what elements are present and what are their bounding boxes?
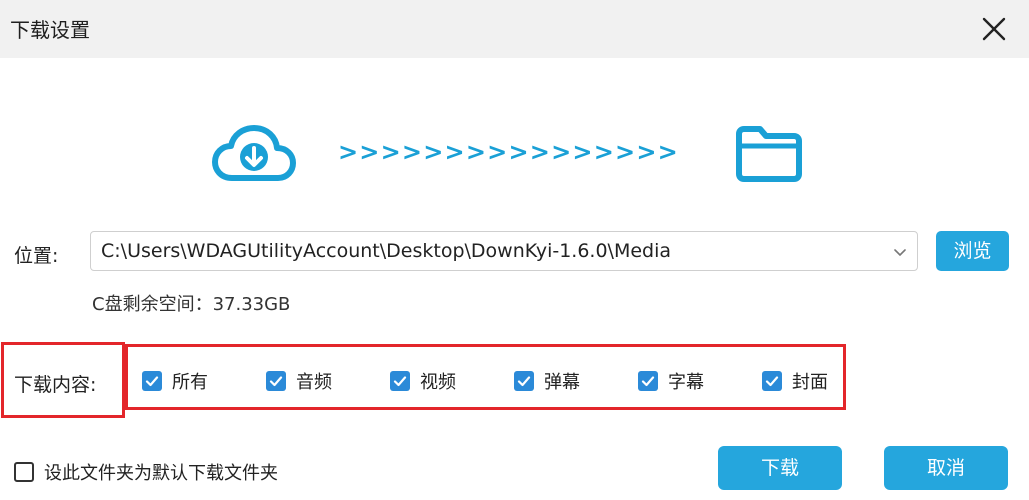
unchecked-icon [14, 462, 34, 482]
option-label: 视频 [420, 372, 456, 393]
option-subtitle-checkbox[interactable]: 字幕 [638, 368, 704, 394]
title-bar: 下载设置 [0, 0, 1029, 58]
option-all-checkbox[interactable]: 所有 [142, 368, 208, 394]
transfer-arrows: >>>>>>>>>>>>>>>> [338, 138, 679, 166]
location-path-value: C:\Users\WDAGUtilityAccount\Desktop\Down… [101, 240, 672, 262]
cancel-button[interactable]: 取消 [884, 446, 1008, 490]
folder-icon [734, 126, 804, 186]
option-label: 所有 [172, 372, 208, 393]
browse-button[interactable]: 浏览 [936, 231, 1009, 271]
window-title: 下载设置 [10, 18, 90, 42]
checked-icon [266, 371, 286, 391]
chevron-down-icon[interactable] [893, 244, 907, 258]
option-audio-checkbox[interactable]: 音频 [266, 368, 332, 394]
free-space-label: C盘剩余空间：37.33GB [92, 294, 291, 315]
option-label: 封面 [792, 372, 828, 393]
content-options-highlight [125, 344, 846, 410]
option-cover-checkbox[interactable]: 封面 [762, 368, 828, 394]
checked-icon [142, 371, 162, 391]
checked-icon [390, 371, 410, 391]
download-button[interactable]: 下载 [718, 446, 842, 490]
option-danmaku-checkbox[interactable]: 弹幕 [514, 368, 580, 394]
location-path-input[interactable]: C:\Users\WDAGUtilityAccount\Desktop\Down… [90, 231, 918, 271]
option-video-checkbox[interactable]: 视频 [390, 368, 456, 394]
checked-icon [638, 371, 658, 391]
option-label: 音频 [296, 372, 332, 393]
default-folder-checkbox[interactable]: 设此文件夹为默认下载文件夹 [14, 459, 278, 485]
checked-icon [514, 371, 534, 391]
option-label: 字幕 [668, 372, 704, 393]
checked-icon [762, 371, 782, 391]
content-label: 下载内容: [14, 374, 97, 396]
close-icon[interactable] [975, 10, 1013, 48]
option-label: 弹幕 [544, 372, 580, 393]
cloud-download-icon [212, 124, 296, 188]
location-label: 位置: [14, 245, 59, 267]
transfer-banner: >>>>>>>>>>>>>>>> [0, 58, 1029, 228]
default-folder-label: 设此文件夹为默认下载文件夹 [44, 463, 278, 484]
